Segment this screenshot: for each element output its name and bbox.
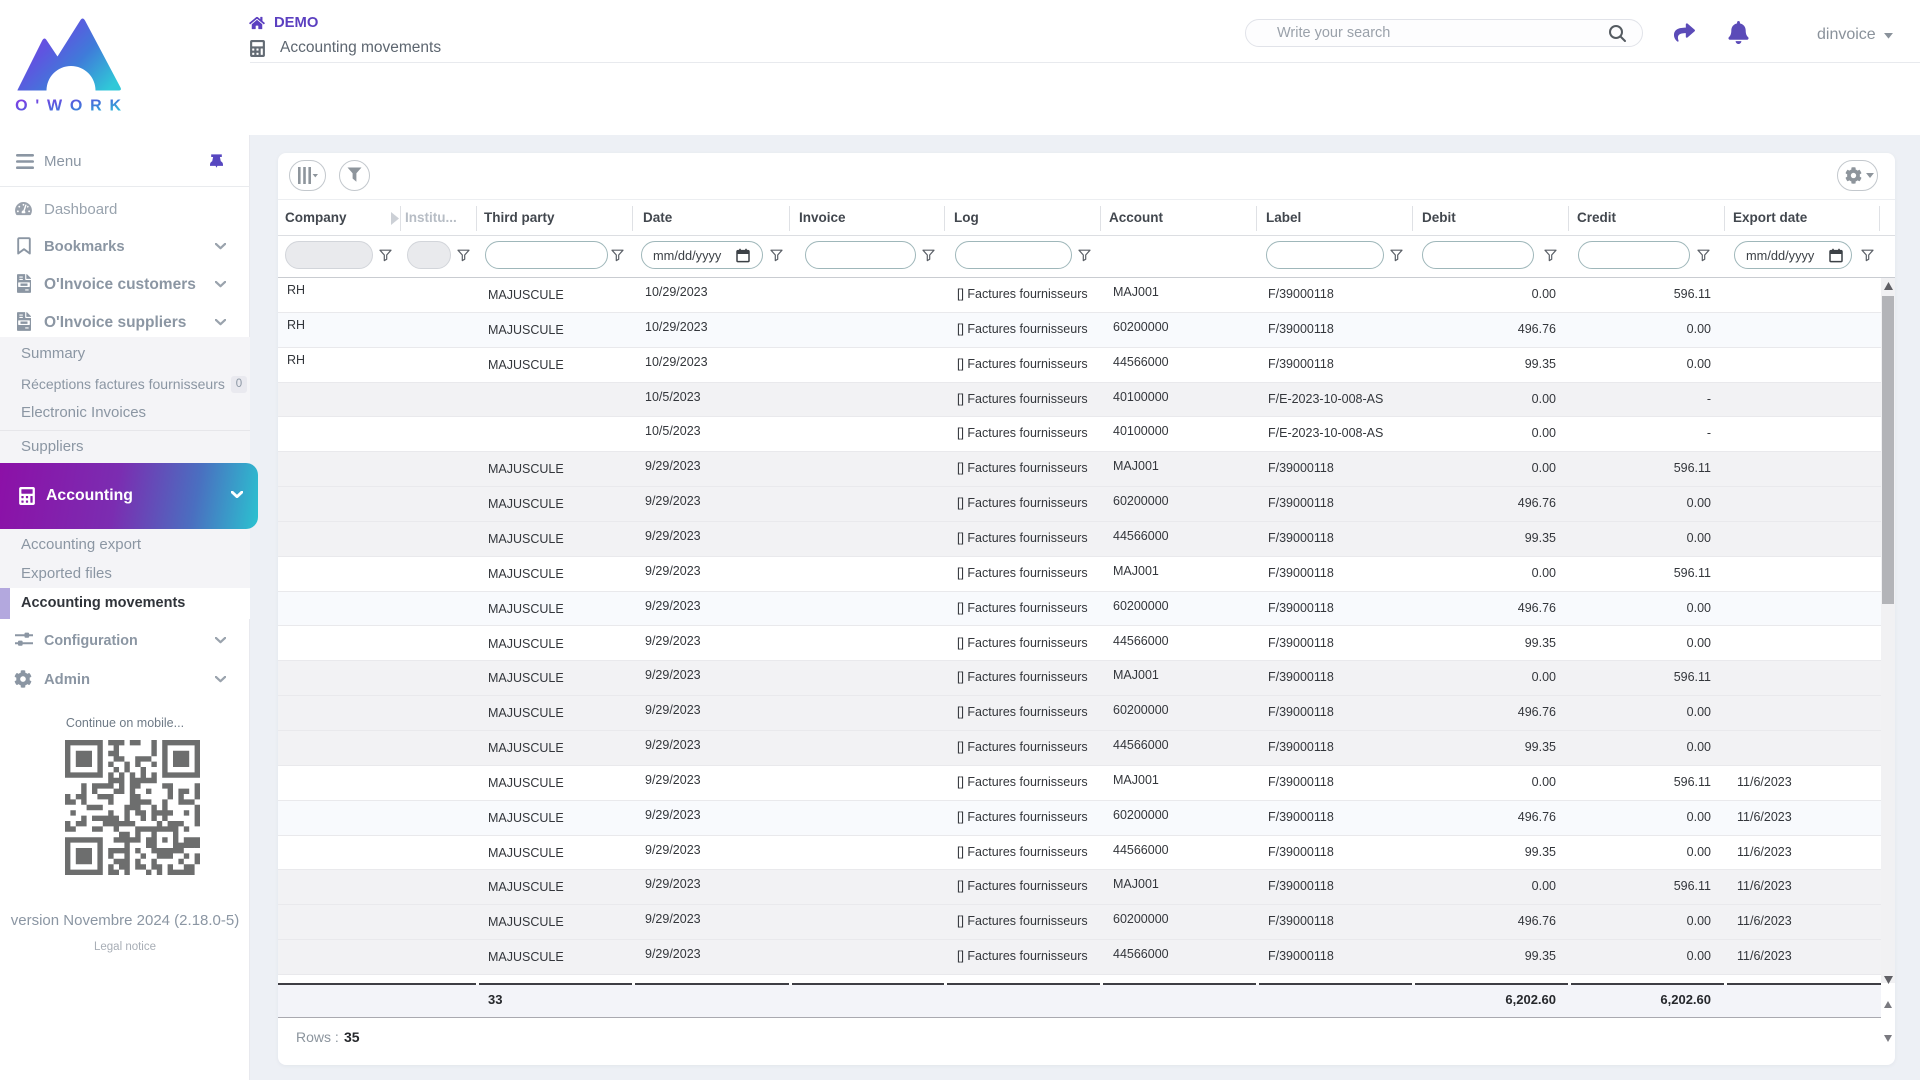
svg-text:O'WORK: O'WORK xyxy=(15,98,126,115)
